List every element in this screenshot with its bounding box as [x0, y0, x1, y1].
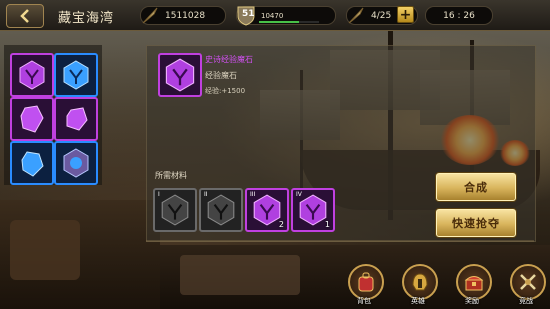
nav-bag-circle [348, 264, 384, 300]
purple-gem-icon [165, 58, 195, 92]
gem-slot-blue-1[interactable] [54, 53, 98, 97]
nav-bag-label: 背包 [357, 297, 371, 305]
gold-display: 1511028 [140, 6, 226, 25]
nav-hero[interactable]: 英雄 [398, 264, 438, 308]
nav-hero-circle [402, 264, 438, 300]
material-slot-1[interactable]: I [153, 188, 197, 232]
back-button[interactable] [6, 4, 44, 28]
item-type: 经验魔石 [205, 71, 237, 80]
combine-button[interactable]: 合成 [436, 173, 516, 201]
material-tier: I [158, 191, 160, 198]
page-title: 藏宝海湾 [58, 11, 115, 26]
gem-slot-epic-2[interactable] [10, 97, 54, 141]
crossed-swords-icon [520, 274, 536, 290]
blue-orb-icon [63, 148, 89, 178]
nav-war-circle [510, 264, 546, 300]
nav-reward[interactable]: 奖励 [452, 264, 492, 308]
material-tier: IV [296, 191, 302, 198]
gray-gem-icon [207, 194, 235, 226]
nav-war-label: 竞战 [519, 297, 533, 305]
nav-hero-label: 英雄 [411, 297, 425, 305]
level-display: 51 10470 [236, 6, 336, 26]
nav-reward-circle [456, 264, 492, 300]
selected-item-slot [158, 53, 202, 97]
gem-slot-epic-1[interactable] [10, 53, 54, 97]
material-count: 1 [324, 220, 330, 229]
material-count: 2 [278, 220, 284, 229]
gem-slot-blue-2[interactable] [10, 141, 54, 185]
quill-icon [142, 7, 158, 24]
material-slot-4[interactable]: IV 1 [291, 188, 335, 232]
quill-icon [348, 7, 364, 24]
material-slot-2[interactable]: II [199, 188, 243, 232]
blue-crystal-icon [21, 151, 44, 177]
gray-gem-icon [161, 194, 189, 226]
treasure-chest-icon [464, 276, 484, 291]
material-tier: II [204, 191, 208, 198]
blue-gem-icon [63, 60, 89, 90]
backpack-icon [358, 272, 374, 292]
item-name: 史诗经验魔石 [205, 55, 253, 64]
quick-loot-button[interactable]: 快速抢夺 [436, 209, 516, 237]
clock-value: 16 : 26 [443, 10, 475, 21]
nav-bag[interactable]: 背包 [344, 264, 384, 308]
panel-divider [146, 240, 534, 242]
exp-bar-fill [259, 21, 299, 23]
gem-slot-blue-3[interactable] [54, 141, 98, 185]
top-bar: 藏宝海湾 1511028 51 10470 4/25 + 16 : 26 [0, 0, 550, 31]
nav-war[interactable]: 竞战 [506, 264, 546, 308]
material-slot-3[interactable]: III 2 [245, 188, 289, 232]
item-exp-value: 经验:+1500 [205, 87, 246, 95]
helmet-icon [412, 273, 428, 291]
exp-bar [259, 21, 319, 23]
clock-display: 16 : 26 [425, 6, 493, 25]
purple-gem-icon [19, 60, 45, 90]
purple-crystal-icon [20, 105, 44, 133]
back-arrow-icon [20, 9, 29, 23]
material-tier: III [250, 191, 256, 198]
gem-slot-epic-3[interactable] [54, 97, 98, 141]
purple-crystal-icon [66, 107, 88, 131]
level-number: 51 [242, 9, 255, 19]
add-stamina-button[interactable]: + [397, 6, 414, 23]
nav-reward-label: 奖励 [465, 297, 479, 305]
materials-label: 所需材料 [155, 171, 187, 180]
